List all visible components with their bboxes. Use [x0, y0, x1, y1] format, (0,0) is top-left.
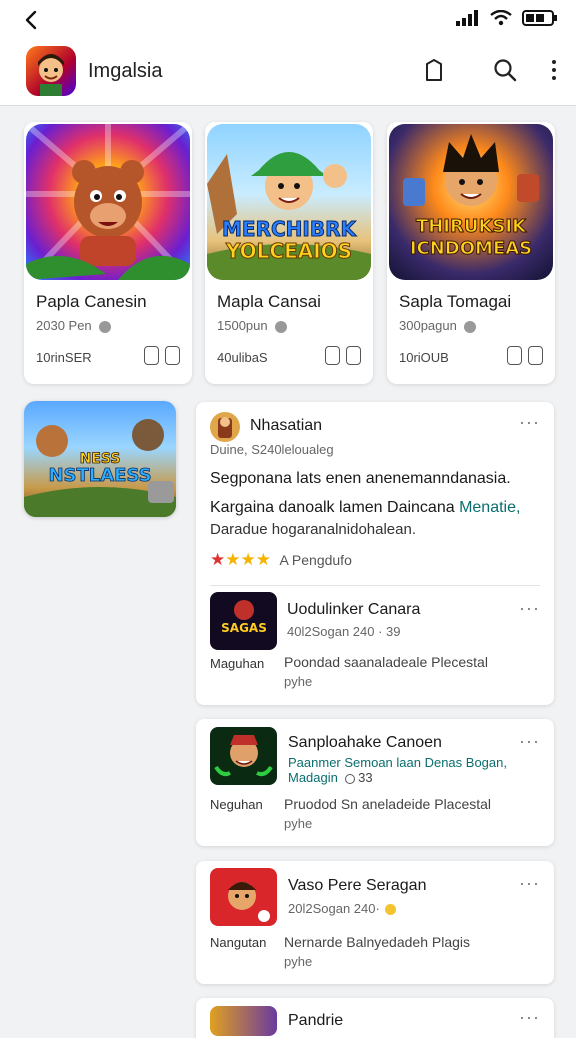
- game-name: Sapla Tomagai: [399, 292, 512, 311]
- item-thumb-2[interactable]: [210, 727, 277, 785]
- list-item-card[interactable]: Pandrie ···: [196, 998, 554, 1038]
- more-icon[interactable]: ···: [519, 1007, 540, 1028]
- item-sub2: Madagin 33: [288, 770, 373, 785]
- featured-headline: Segponana lats enen anenemanndanasia.: [210, 470, 511, 487]
- star-icon: ★: [225, 550, 241, 569]
- game-meta: 40ulibaS: [217, 350, 268, 365]
- featured-title: Nhasatian: [250, 417, 323, 434]
- featured-line2: Kargaina danoalk lamen Daincana Menatie,: [210, 499, 521, 516]
- coin-icon: [385, 904, 397, 916]
- game-name: Papla Canesin: [36, 292, 147, 311]
- game-sub: 1500pun: [217, 318, 288, 333]
- wifi-icon: [490, 10, 512, 26]
- phone-icon[interactable]: [507, 346, 522, 365]
- item-link[interactable]: Paanmer Semoan laan Denas Bogan,: [288, 755, 507, 770]
- art-title-2: ICNDOMEAS: [410, 238, 532, 259]
- back-icon[interactable]: [20, 8, 44, 32]
- badge-icon: [99, 320, 112, 333]
- rating-text: A Pengdufo: [279, 552, 352, 568]
- app-avatar[interactable]: [26, 46, 76, 96]
- item-left-label: Maguhan: [210, 656, 265, 671]
- list-item-card[interactable]: Sanploahake Canoen Paanmer Semoan laan D…: [196, 719, 554, 846]
- more-icon[interactable]: ···: [519, 731, 540, 752]
- game-sub: 2030 Pen: [36, 318, 112, 333]
- game-card-1[interactable]: Papla Canesin 2030 Pen 10rinSER: [24, 122, 192, 384]
- search-icon[interactable]: [492, 57, 518, 83]
- item-thumb-1[interactable]: SAGAS: [210, 592, 277, 650]
- game-art-1: [26, 124, 190, 280]
- character-icon: [38, 54, 64, 96]
- list-item-card[interactable]: Vaso Pere Seragan 20l2Sogan 240· ··· Nan…: [196, 861, 554, 984]
- item-thumb-4[interactable]: [210, 1006, 277, 1036]
- badge-icon: [275, 320, 288, 333]
- featured-subtitle: Duine, S240leloualeg: [210, 442, 334, 457]
- game-name: Mapla Cansai: [217, 292, 321, 311]
- star-icon: ★: [210, 550, 226, 569]
- app-bar: Imgalsia: [0, 40, 576, 106]
- art-title-2: NSTLAESS: [48, 465, 151, 486]
- rating-row: ★★★★ A Pengdufo: [210, 550, 352, 570]
- app-title: Imgalsia: [88, 60, 163, 82]
- more-icon[interactable]: ···: [519, 412, 540, 433]
- badge-icon: [464, 320, 477, 333]
- featured-card[interactable]: Nhasatian Duine, S240leloualeg ··· Segpo…: [196, 402, 554, 705]
- svg-text:SAGAS: SAGAS: [221, 621, 267, 635]
- featured-avatar: [210, 412, 240, 442]
- item-left-label: Nangutan: [210, 935, 267, 950]
- tablet-icon[interactable]: [165, 346, 180, 365]
- featured-link[interactable]: Menatie,: [459, 499, 520, 516]
- bookmark-icon[interactable]: [421, 57, 447, 83]
- status-bar: [0, 0, 576, 40]
- item-desc2: pyhe: [284, 674, 313, 689]
- item-left-label: Neguhan: [210, 797, 263, 812]
- art-title-2: YOLCEAIOS: [225, 239, 352, 263]
- battery-icon: [522, 10, 557, 26]
- side-game-tile[interactable]: NESS NSTLAESS: [24, 401, 176, 517]
- item-title: Sanploahake Canoen: [288, 734, 442, 751]
- tablet-icon[interactable]: [528, 346, 543, 365]
- item-sub: 40l2Sogan 240 · 39: [287, 624, 401, 639]
- character-icon: [218, 417, 232, 438]
- game-art-2: MERCHIBRK YOLCEAIOS: [207, 124, 371, 280]
- item-desc2: pyhe: [284, 816, 313, 831]
- tablet-icon[interactable]: [346, 346, 361, 365]
- game-sub: 300pagun: [399, 318, 477, 333]
- game-card-2[interactable]: MERCHIBRK YOLCEAIOS Mapla Cansai 1500pun…: [205, 122, 373, 384]
- item-desc: Nernarde Balnyedadeh Plagis: [284, 934, 471, 950]
- art-title-1: MERCHIBRK: [222, 217, 357, 241]
- more-icon[interactable]: ···: [519, 873, 540, 894]
- more-icon[interactable]: ···: [519, 598, 540, 619]
- item-title: Vaso Pere Seragan: [288, 877, 427, 894]
- badge-icon: [344, 773, 355, 784]
- star-icon: ★: [240, 550, 256, 569]
- item-title: Uodulinker Canara: [287, 601, 421, 618]
- game-art-3: THIRUKSIK ICNDOMEAS: [389, 124, 553, 280]
- item-desc2: pyhe: [284, 954, 313, 969]
- featured-line3: Daradue hogaranalnidohalean.: [210, 521, 417, 538]
- phone-icon[interactable]: [325, 346, 340, 365]
- item-thumb-3[interactable]: [210, 868, 277, 926]
- phone-icon[interactable]: [144, 346, 159, 365]
- art-title-1: THIRUKSIK: [416, 216, 527, 237]
- game-meta: 10riOUB: [399, 350, 449, 365]
- item-desc: Pruodod Sn aneladeide Placestal: [284, 796, 492, 812]
- game-card-3[interactable]: THIRUKSIK ICNDOMEAS Sapla Tomagai 300pag…: [387, 122, 555, 384]
- game-meta: 10rinSER: [36, 350, 92, 365]
- more-vert-icon[interactable]: [541, 57, 567, 83]
- item-desc: Poondad saanaladeale Plecestal: [284, 654, 488, 670]
- item-sub: 20l2Sogan 240·: [288, 901, 397, 916]
- star-icon: ★: [255, 550, 271, 569]
- divider: [210, 585, 540, 586]
- item-title: Pandrie: [288, 1012, 344, 1029]
- signal-icon: [456, 10, 478, 26]
